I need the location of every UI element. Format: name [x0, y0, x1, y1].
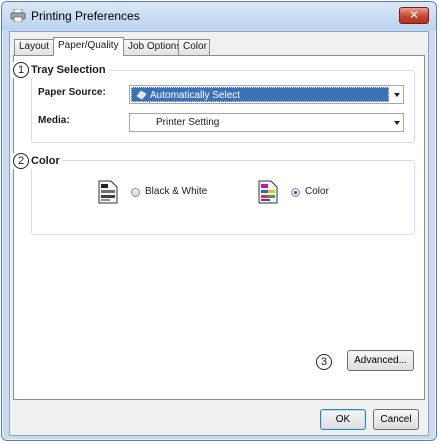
dialog-client-area: Layout Paper/Quality Job Options Color 1…	[9, 31, 429, 436]
cancel-button[interactable]: Cancel	[373, 409, 419, 430]
tray-selection-title: Tray Selection	[31, 63, 106, 76]
close-icon: ✕	[408, 8, 420, 22]
tab-paper-quality[interactable]: Paper/Quality	[53, 37, 124, 56]
paper-source-text: Automatically Select	[150, 90, 241, 101]
advanced-button[interactable]: Advanced...	[347, 350, 414, 371]
tray-selection-group	[31, 70, 415, 143]
color-heading: 2 Color	[11, 153, 62, 169]
color-group	[31, 160, 415, 235]
media-value: Printer Setting	[156, 117, 220, 128]
color-radio[interactable]	[291, 188, 300, 197]
window-title: Printing Preferences	[31, 9, 140, 23]
tab-job-options[interactable]: Job Options	[123, 39, 181, 55]
title-bar[interactable]: Printing Preferences ✕	[2, 2, 436, 30]
dropdown-arrow-icon	[394, 121, 400, 125]
black-white-radio[interactable]	[131, 188, 140, 197]
monochrome-document-icon	[98, 180, 118, 204]
dropdown-arrow-icon	[394, 93, 400, 97]
tab-layout[interactable]: Layout	[14, 39, 54, 55]
tab-color[interactable]: Color	[178, 39, 210, 55]
callout-marker-2: 2	[13, 153, 29, 169]
media-label: Media:	[38, 115, 70, 126]
color-group-title: Color	[31, 154, 60, 167]
callout-marker-3: 3	[316, 354, 332, 370]
dialog-window: Printing Preferences ✕ Layout Paper/Qual…	[1, 1, 437, 441]
callout-marker-1: 1	[13, 62, 29, 78]
black-white-label: Black & White	[145, 186, 208, 197]
color-document-icon	[258, 180, 278, 204]
media-dropdown[interactable]: Printer Setting	[129, 113, 404, 132]
tray-icon	[136, 90, 147, 100]
ok-button[interactable]: OK	[320, 409, 366, 430]
printer-icon	[10, 9, 26, 22]
close-button[interactable]: ✕	[399, 7, 429, 24]
paper-source-label: Paper Source:	[38, 87, 106, 98]
color-radio-label: Color	[305, 186, 329, 197]
paper-source-dropdown[interactable]: Automatically Select	[129, 85, 404, 104]
paper-source-value: Automatically Select	[131, 87, 389, 102]
paper-quality-panel: 1 Tray Selection Paper Source: Automatica…	[11, 55, 425, 400]
tray-selection-heading: 1 Tray Selection	[11, 62, 108, 78]
